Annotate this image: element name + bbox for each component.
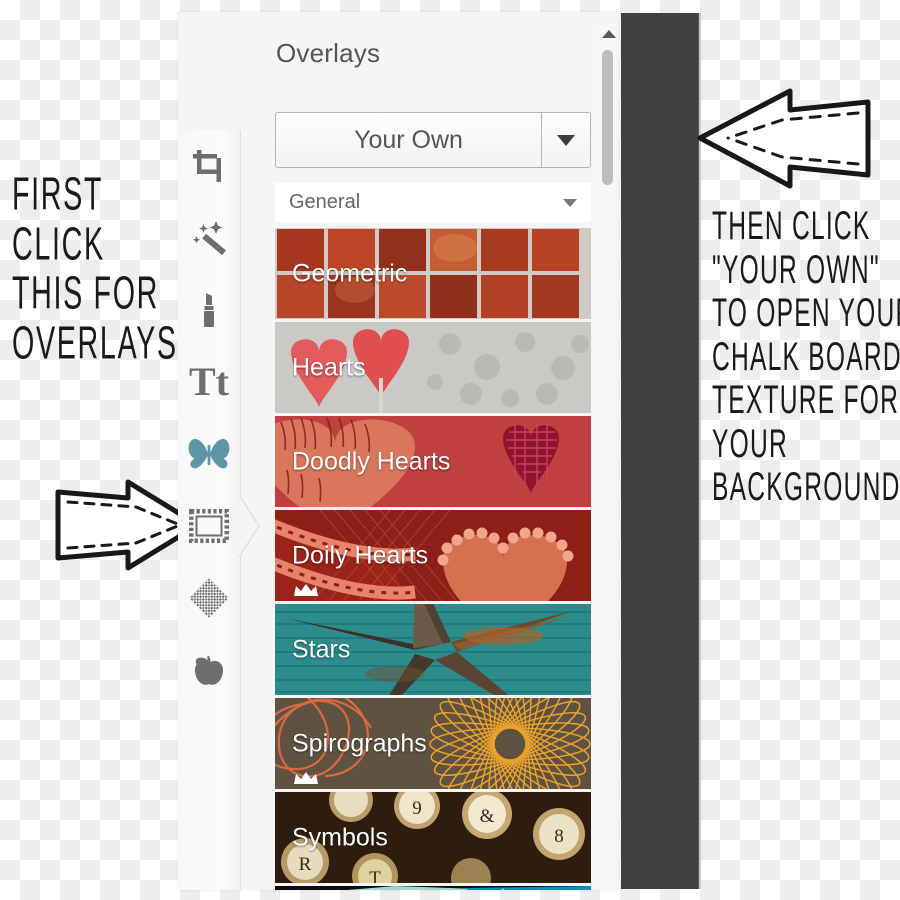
svg-text:R: R	[299, 854, 312, 875]
page-title: Overlays	[276, 38, 381, 68]
list-item[interactable]: Doily Hearts	[275, 510, 591, 601]
your-own-label[interactable]: Your Own	[276, 113, 541, 167]
crop-icon	[191, 148, 227, 184]
left-instruction-text: First click this for overlays	[12, 169, 177, 370]
sidebar-item-text[interactable]: Tt	[178, 346, 240, 418]
category-select-value: General	[289, 191, 361, 213]
svg-text:9: 9	[412, 798, 422, 819]
sidebar-item-textures[interactable]	[178, 562, 240, 634]
svg-text:&: &	[480, 806, 495, 827]
left-line-4: overlays	[12, 317, 178, 370]
sidebar-item-seasonal[interactable]	[178, 634, 240, 706]
sidebar-item-overlays[interactable]	[178, 418, 240, 490]
list-item[interactable]: Spirographs	[275, 698, 591, 789]
sidebar-item-frames[interactable]	[178, 490, 240, 562]
selected-tool-pointer-icon	[239, 495, 260, 557]
overlays-panel: Overlays Tt Your Own General Geometric H…	[178, 12, 619, 890]
dashed-arrow-left-icon	[697, 88, 871, 189]
lipstick-icon	[198, 291, 220, 329]
premium-crown-icon	[294, 772, 318, 784]
magic-wand-icon	[190, 219, 228, 257]
svg-text:8: 8	[554, 826, 564, 847]
list-item[interactable]: 9 & 8 RT Symbols	[275, 792, 591, 883]
rusty-star-on-teal-wood-art	[275, 604, 591, 695]
butterfly-icon	[187, 437, 231, 471]
typewriter-keys-art: 9 & 8 R T	[275, 792, 591, 883]
sidebar-item-effects[interactable]	[178, 202, 240, 274]
apple-icon	[190, 651, 228, 689]
list-item[interactable]: Doodly Hearts	[275, 416, 591, 507]
chevron-down-icon[interactable]	[563, 194, 577, 212]
texture-weave-icon	[189, 578, 229, 618]
sidebar-item-crop[interactable]	[178, 130, 240, 202]
list-item[interactable]: Hearts	[275, 322, 591, 413]
list-item[interactable]: Geometric	[275, 228, 591, 319]
sidebar-item-touch-up[interactable]	[178, 274, 240, 346]
sketched-hearts-salmon-art	[275, 416, 591, 507]
list-item[interactable]: Stars	[275, 604, 591, 695]
red-hearts-on-grey-damask-art	[275, 322, 591, 413]
chevron-down-icon[interactable]	[541, 113, 590, 167]
scroll-up-arrow-icon[interactable]	[602, 30, 616, 38]
chalkboard-texture-strip	[621, 13, 701, 889]
rail-divider	[240, 130, 241, 890]
brick-red-tiles-art	[275, 228, 591, 319]
svg-text:T: T	[369, 868, 381, 883]
your-own-button[interactable]: Your Own	[275, 112, 591, 168]
orange-spirograph-on-brown-art	[275, 698, 591, 789]
right-instruction-text: Then click "Your own" to open your chalk…	[712, 205, 900, 510]
text-tt-icon: Tt	[189, 359, 229, 404]
picture-frame-icon	[189, 509, 229, 543]
list-item[interactable]	[275, 886, 591, 890]
category-select[interactable]: General	[275, 183, 591, 222]
overlay-category-list[interactable]: Geometric Hearts Doodly Hearts Doily Hea…	[275, 228, 591, 890]
doily-lace-hearts-crimson-art	[275, 510, 591, 601]
premium-crown-icon	[294, 584, 318, 596]
teal-ice-partial-art	[275, 886, 591, 890]
right-line-7: background	[712, 465, 900, 510]
scrollbar-thumb[interactable]	[602, 50, 613, 185]
